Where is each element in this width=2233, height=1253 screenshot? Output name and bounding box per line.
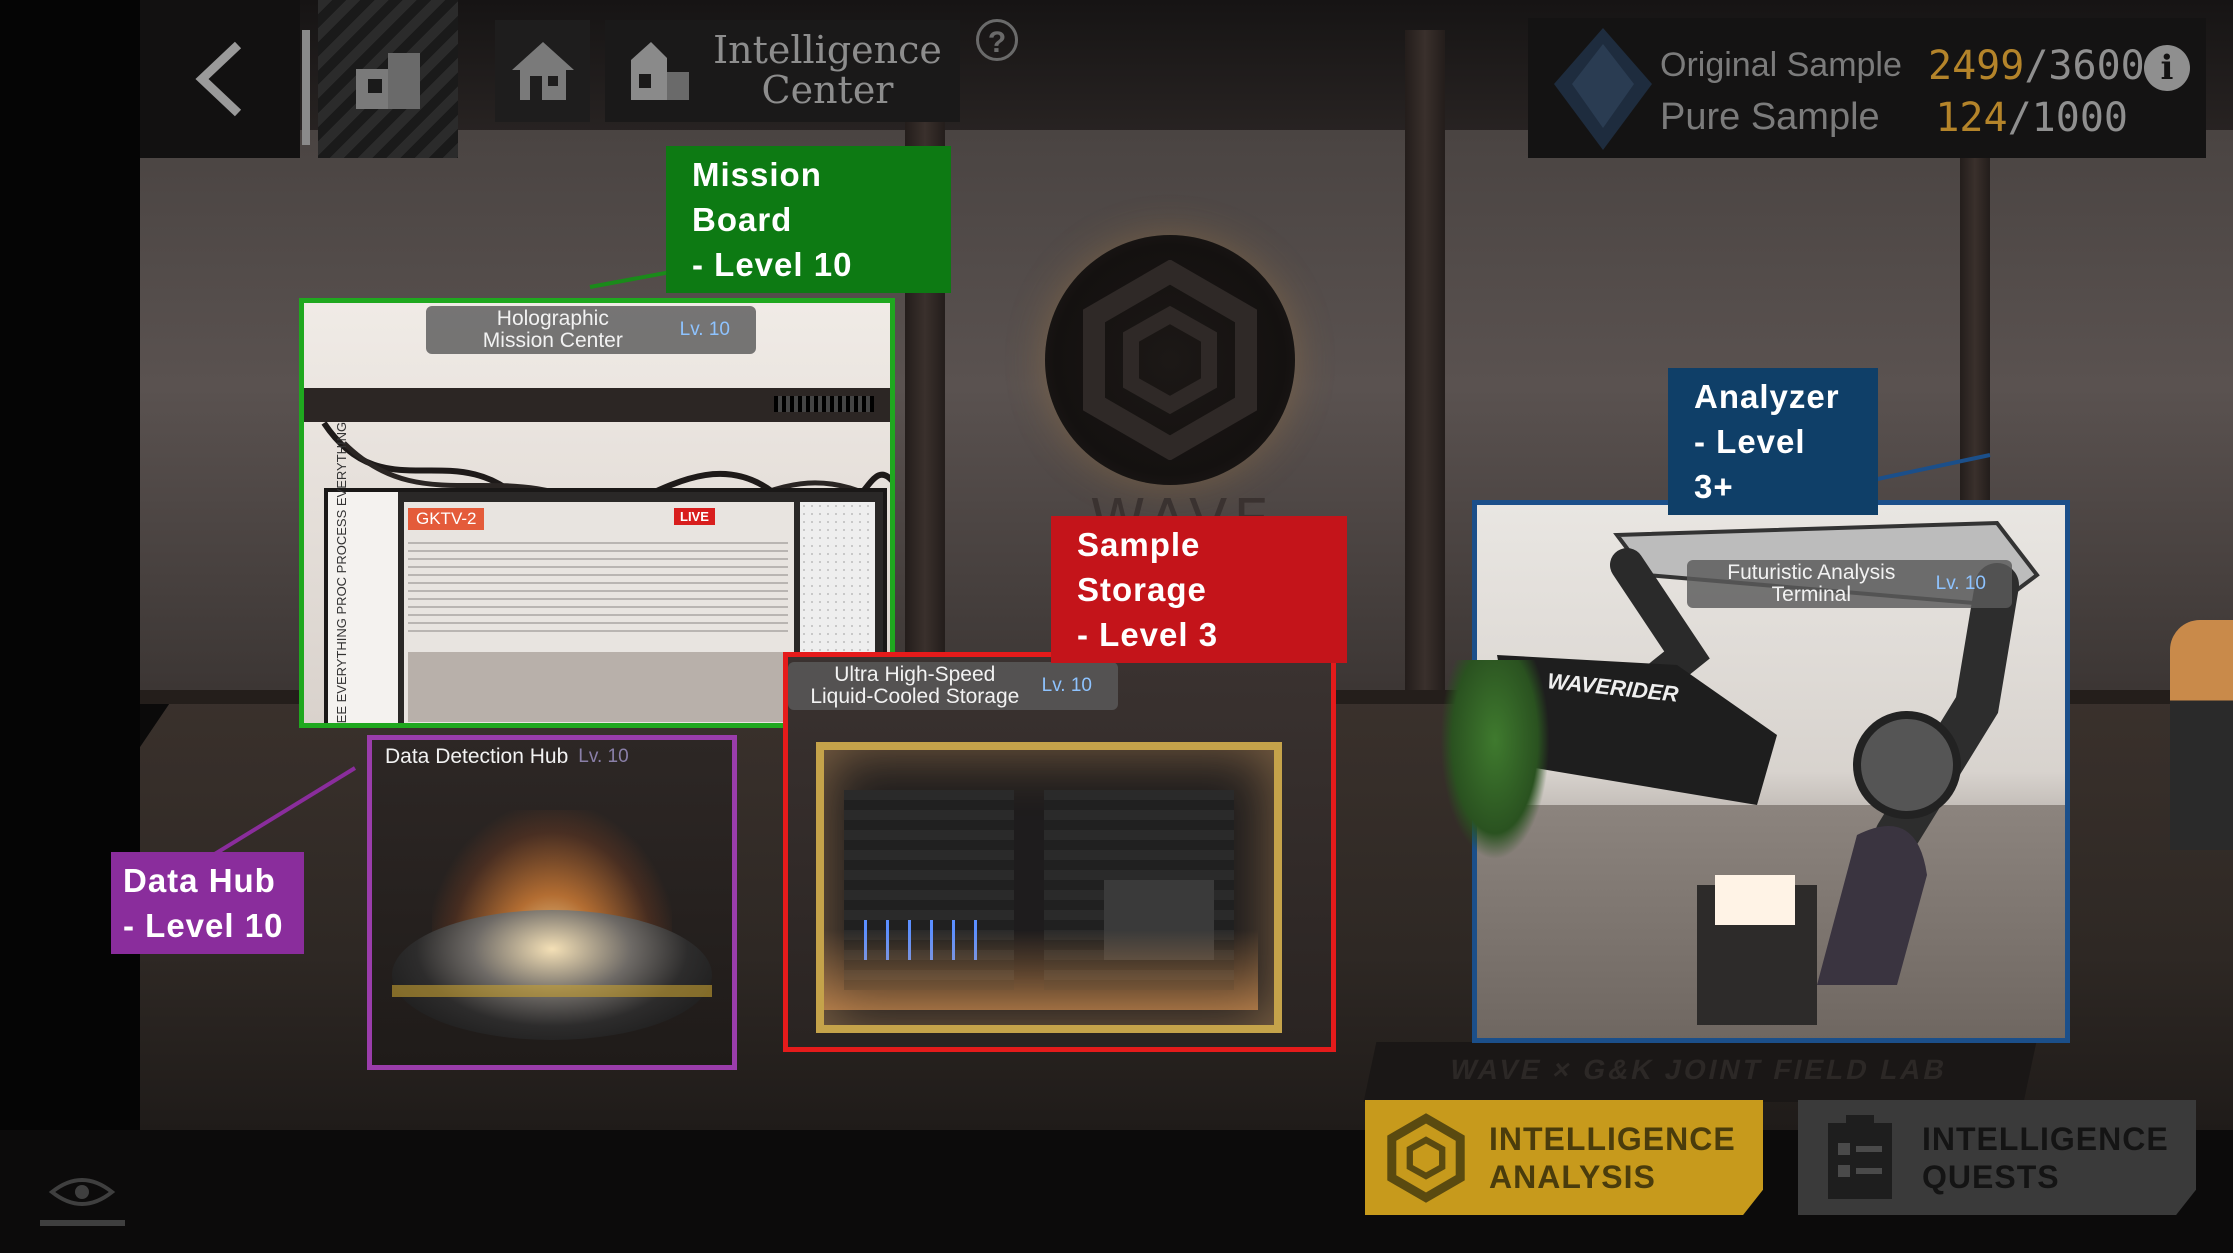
original-current: 2499 bbox=[1928, 43, 2025, 89]
intelligence-center-icon bbox=[631, 42, 689, 100]
game-scene: WAVE WAVE × G&K JOINT FIELD LAB SEE EVER… bbox=[0, 0, 2233, 1253]
title-line2: Center bbox=[761, 68, 894, 112]
dormitory-button[interactable] bbox=[318, 0, 458, 158]
quests-button-text: INTELLIGENCE QUESTS bbox=[1922, 1120, 2169, 1196]
annotation-line1: Mission Board bbox=[692, 156, 822, 238]
home-button[interactable] bbox=[495, 20, 590, 122]
dormitory-icon bbox=[356, 53, 420, 109]
pure-max: /1000 bbox=[2007, 95, 2128, 141]
back-button[interactable] bbox=[140, 0, 300, 158]
original-sample-count: 2499/3600 bbox=[1928, 43, 2145, 89]
button-line2: ANALYSIS bbox=[1489, 1158, 1656, 1195]
sample-crystal-icon bbox=[1554, 28, 1652, 150]
home-icon bbox=[511, 42, 574, 100]
intelligence-center-title: Intelligence Center bbox=[605, 20, 960, 122]
annotation-line2: - Level 10 bbox=[692, 246, 853, 283]
pure-current: 124 bbox=[1935, 95, 2008, 141]
annotation-line1: Sample Storage bbox=[1077, 526, 1207, 608]
annotation-line1: Data Hub bbox=[123, 862, 276, 899]
info-icon[interactable]: i bbox=[2144, 45, 2190, 91]
title-line1: Intelligence bbox=[713, 28, 942, 72]
sample-storage-annotation: Sample Storage - Level 3 bbox=[1051, 516, 1347, 663]
intelligence-analysis-button[interactable]: INTELLIGENCE ANALYSIS bbox=[1365, 1100, 1763, 1215]
annotation-line2: - Level 10 bbox=[123, 907, 284, 944]
annotation-line2: - Level 3+ bbox=[1694, 423, 1806, 505]
hexagon-icon bbox=[1387, 1112, 1465, 1203]
button-line1: INTELLIGENCE bbox=[1489, 1120, 1736, 1157]
button-line1: INTELLIGENCE bbox=[1922, 1120, 2169, 1157]
annotation-line1: Analyzer bbox=[1694, 378, 1840, 415]
data-hub-annotation: Data Hub - Level 10 bbox=[111, 852, 304, 954]
hide-ui-toggle[interactable] bbox=[40, 1170, 125, 1230]
annotation-line2: - Level 3 bbox=[1077, 616, 1219, 653]
eye-icon bbox=[40, 1178, 125, 1226]
help-icon[interactable]: ? bbox=[976, 19, 1018, 61]
page-title: Intelligence Center bbox=[700, 30, 955, 110]
original-sample-label: Original Sample bbox=[1660, 46, 1902, 84]
pure-sample-count: 124/1000 bbox=[1928, 95, 2128, 141]
hud-separator bbox=[302, 30, 310, 145]
resource-panel: Original Sample Pure Sample 2499/3600 12… bbox=[1528, 18, 2206, 158]
clipboard-icon bbox=[1828, 1114, 1892, 1199]
analysis-button-text: INTELLIGENCE ANALYSIS bbox=[1489, 1120, 1736, 1196]
pure-sample-label: Pure Sample bbox=[1660, 96, 1880, 138]
button-line2: QUESTS bbox=[1922, 1158, 2060, 1195]
intelligence-quests-button[interactable]: INTELLIGENCE QUESTS bbox=[1798, 1100, 2196, 1215]
analyzer-annotation: Analyzer - Level 3+ bbox=[1668, 368, 1878, 515]
back-arrow-icon bbox=[195, 41, 242, 117]
original-max: /3600 bbox=[2024, 43, 2145, 89]
mission-board-annotation: Mission Board - Level 10 bbox=[666, 146, 951, 293]
